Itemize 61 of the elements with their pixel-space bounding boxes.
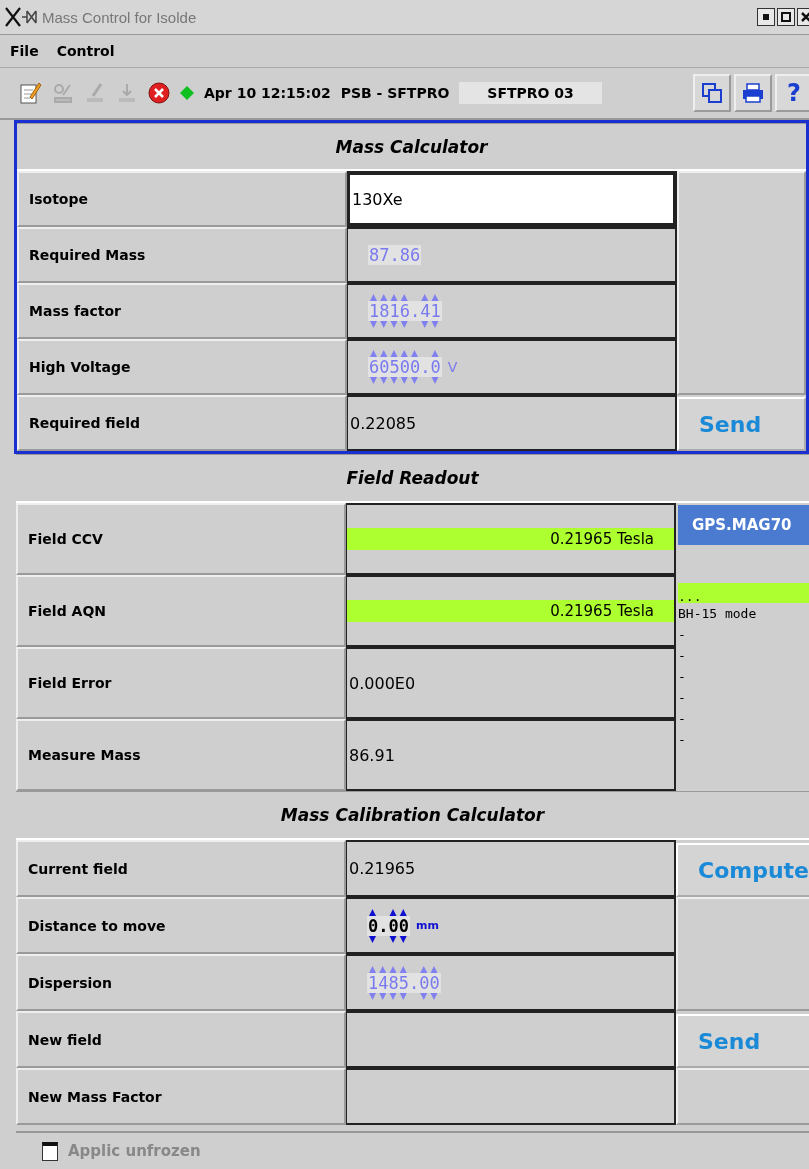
field-label: Mass factor bbox=[17, 283, 347, 339]
section-title: Mass Calibration Calculator bbox=[16, 791, 809, 840]
timestamp-text: Apr 10 12:15:02 bbox=[204, 85, 331, 101]
field-label: New Mass Factor bbox=[16, 1068, 346, 1125]
x-logo-icon bbox=[4, 6, 38, 28]
field-label: Distance to move bbox=[16, 897, 346, 954]
stop-icon[interactable] bbox=[148, 82, 170, 104]
field-label: Required Mass bbox=[17, 227, 347, 283]
send-button[interactable]: Send bbox=[677, 397, 806, 451]
status-text: Applic unfrozen bbox=[68, 1142, 201, 1160]
status-line: - bbox=[678, 668, 687, 686]
send-button[interactable]: Send bbox=[676, 1014, 809, 1068]
device-label: GPS.MAG70 bbox=[678, 505, 809, 545]
status-line: - bbox=[678, 689, 687, 707]
field-label: Field Error bbox=[16, 647, 346, 719]
reading-value: 0.21965 Tesla bbox=[347, 600, 674, 622]
close-icon bbox=[801, 12, 809, 22]
print-button[interactable] bbox=[734, 74, 772, 112]
value-text: 0.000E0 bbox=[348, 673, 416, 693]
window-title: Mass Control for Isolde bbox=[42, 8, 197, 26]
status-line: - bbox=[678, 731, 687, 749]
menu-item[interactable]: File bbox=[10, 43, 39, 59]
field-label: Isotope bbox=[17, 171, 347, 227]
field-label: Required field bbox=[17, 395, 347, 451]
square-icon bbox=[781, 12, 791, 22]
notepad-pencil-icon[interactable] bbox=[20, 81, 42, 105]
user-label: SFTPRO 03 bbox=[459, 82, 602, 104]
overlapping-squares-icon bbox=[701, 82, 723, 104]
decrement-arrows-icon[interactable] bbox=[367, 935, 410, 944]
increment-arrows-icon[interactable] bbox=[367, 907, 410, 916]
field-label: High Voltage bbox=[17, 339, 347, 395]
field-label: New field bbox=[16, 1011, 346, 1068]
windows-button[interactable] bbox=[693, 74, 731, 112]
field-label: Dispersion bbox=[16, 954, 346, 1011]
value-text: 86.91 bbox=[348, 745, 395, 765]
field-label: Current field bbox=[16, 840, 346, 897]
section-title: Mass Calculator bbox=[17, 123, 806, 171]
status-line: - bbox=[678, 626, 687, 644]
help-button[interactable]: ? bbox=[775, 74, 809, 112]
printer-icon bbox=[741, 82, 765, 104]
spinner-field[interactable]: 87.86 bbox=[368, 245, 422, 265]
status-line: - bbox=[678, 647, 687, 665]
freeze-checkbox[interactable] bbox=[42, 1141, 58, 1161]
minimize-button[interactable] bbox=[757, 8, 775, 26]
context-text: PSB - SFTPRO bbox=[340, 85, 450, 101]
field-label: Measure Mass bbox=[16, 719, 346, 791]
value-text: 0.22085 bbox=[349, 413, 417, 433]
value-text: 0.21965 bbox=[348, 859, 416, 878]
status-text: ... bbox=[678, 583, 809, 603]
field-label: Field AQN bbox=[16, 575, 346, 647]
status-line: BH-15 mode bbox=[678, 605, 758, 623]
status-line: - bbox=[678, 710, 687, 728]
field-label: Field CCV bbox=[16, 503, 346, 575]
reading-value: 0.21965 Tesla bbox=[347, 528, 674, 550]
compute-button[interactable]: Compute bbox=[676, 843, 809, 897]
section-title: Field Readout bbox=[16, 454, 809, 503]
menu-item[interactable]: Control bbox=[56, 43, 115, 59]
unit-label: mm bbox=[416, 919, 439, 932]
unit-label: V bbox=[447, 359, 458, 375]
isotope-field[interactable]: 130Xe bbox=[348, 173, 675, 225]
maximize-button[interactable] bbox=[777, 8, 795, 26]
